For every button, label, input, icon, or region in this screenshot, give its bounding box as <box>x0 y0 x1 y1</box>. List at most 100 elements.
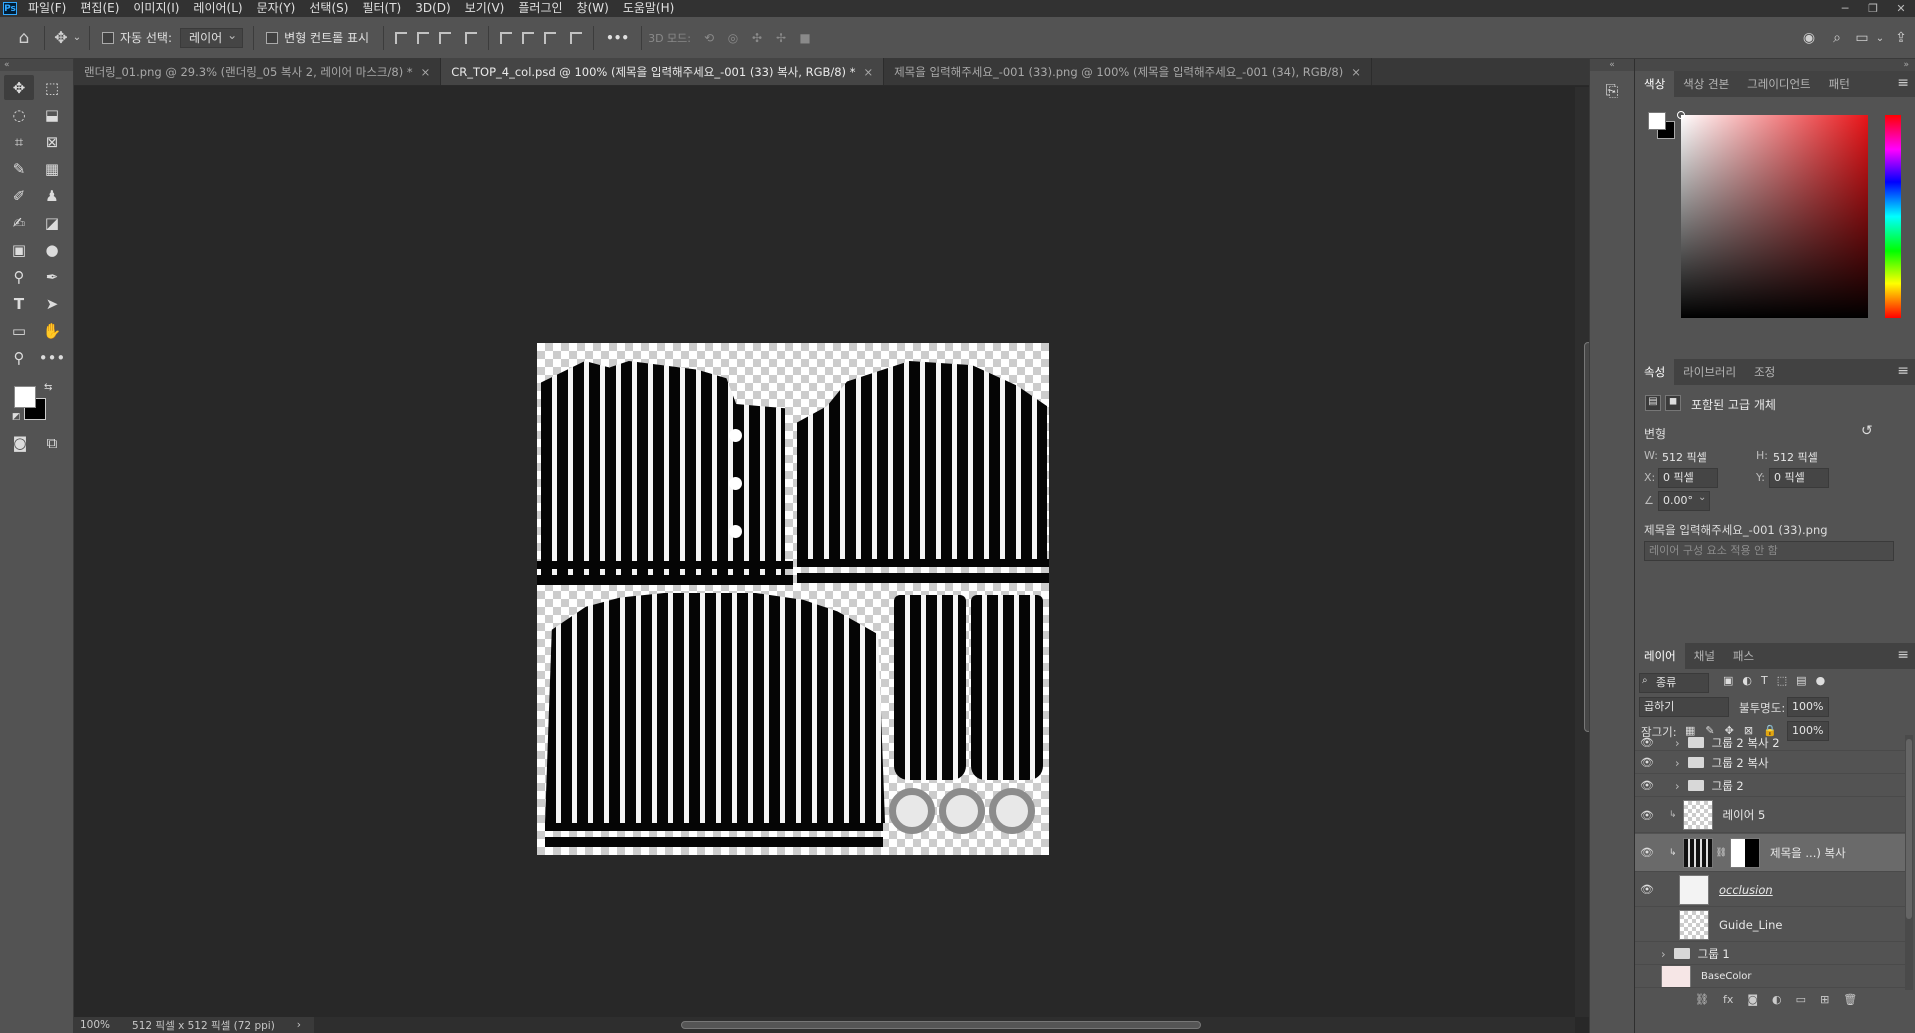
layer-name[interactable]: 그룹 2 복사 2 <box>1712 735 1780 750</box>
hue-slider[interactable] <box>1885 115 1901 318</box>
adjustment-layer-icon[interactable]: ◐ <box>1772 993 1782 1006</box>
home-icon[interactable]: ⌂ <box>10 28 38 48</box>
link-layers-icon[interactable]: ⛓ <box>1695 993 1709 1006</box>
y-position-input[interactable]: 0 픽셀 <box>1769 468 1829 488</box>
layer-row[interactable]: 👁 › 그룹 1 <box>1635 943 1905 965</box>
opacity-input[interactable]: 100% <box>1787 697 1829 717</box>
panel-foreground-swatch[interactable] <box>1648 112 1666 130</box>
close-tab-icon[interactable]: × <box>421 65 431 79</box>
marquee-tool-icon[interactable]: ⬚ <box>37 75 67 100</box>
layer-name[interactable]: occlusion <box>1719 883 1773 897</box>
move-tool-icon[interactable]: ✥ <box>4 75 34 100</box>
filter-smart-object-icon[interactable]: ▤ <box>1796 674 1806 687</box>
expand-chevron-icon[interactable]: › <box>1661 947 1666 961</box>
minimize-icon[interactable]: ─ <box>1831 0 1859 17</box>
pen-tool-icon[interactable]: ✒ <box>37 264 67 289</box>
filter-type-icon[interactable]: T <box>1761 674 1768 687</box>
layer-row[interactable]: 👁 › 그룹 2 복사 <box>1635 752 1905 774</box>
filter-shape-icon[interactable]: ⬚ <box>1777 674 1787 687</box>
eraser-tool-icon[interactable]: ◪ <box>37 210 67 235</box>
workspace-icon[interactable]: ▭ <box>1851 30 1873 46</box>
menu-type[interactable]: 문자(Y) <box>250 0 303 17</box>
color-spectrum-field[interactable] <box>1677 111 1868 318</box>
layer-name[interactable]: 그룹 2 <box>1712 778 1744 794</box>
auto-select-dropdown[interactable]: 레이어 <box>180 26 244 48</box>
layer-row[interactable]: 👁 ↳ 레이어 5 <box>1635 798 1905 833</box>
doc-tab-cr-top[interactable]: CR_TOP_4_col.psd @ 100% (제목을 입력해주세요_-001… <box>441 58 885 85</box>
close-tab-icon[interactable]: × <box>863 65 873 79</box>
tab-swatches[interactable]: 색상 견본 <box>1674 71 1738 97</box>
foreground-color-swatch[interactable] <box>14 386 36 408</box>
history-brush-icon[interactable]: ✍ <box>4 210 34 235</box>
patch-tool-icon[interactable]: ▦ <box>37 156 67 181</box>
menu-edit[interactable]: 편집(E) <box>73 0 126 17</box>
layer-row[interactable]: 👁 occlusion <box>1635 873 1905 907</box>
workspace-chevron-icon[interactable]: ⌄ <box>1873 33 1887 44</box>
restore-icon[interactable]: ❐ <box>1859 0 1887 17</box>
layer-name[interactable]: 제목을 ...) 복사 <box>1770 845 1846 861</box>
close-tab-icon[interactable]: × <box>1351 65 1361 79</box>
layers-scrollbar[interactable] <box>1905 735 1913 990</box>
menu-plugins[interactable]: 플러그인 <box>511 0 569 17</box>
align-vcenter-icon[interactable] <box>517 27 539 49</box>
3d-orbit-icon[interactable]: ⟲ <box>697 31 721 45</box>
search-icon[interactable]: ⌕ <box>1823 30 1851 46</box>
filter-pixel-icon[interactable]: ▣ <box>1723 674 1733 687</box>
layer-comp-select[interactable]: 레이어 구성 요소 적용 안 함 <box>1644 541 1894 561</box>
layer-name[interactable]: BaseColor <box>1701 971 1751 982</box>
eye-icon[interactable]: 👁 <box>1635 846 1659 859</box>
eye-icon[interactable]: 👁 <box>1635 756 1659 769</box>
object-select-tool-icon[interactable]: ⬓ <box>37 102 67 127</box>
chevron-down-icon[interactable]: ⌄ <box>71 32 83 43</box>
tab-paths[interactable]: 패스 <box>1724 643 1763 669</box>
color-picker-marker[interactable] <box>1677 111 1685 119</box>
auto-select-checkbox[interactable] <box>102 31 114 44</box>
gradient-tool-icon[interactable]: ▣ <box>4 237 34 262</box>
rectangle-tool-icon[interactable]: ▭ <box>4 318 34 343</box>
tab-properties[interactable]: 속성 <box>1635 359 1675 385</box>
brush-tool-icon[interactable]: ✐ <box>4 183 34 208</box>
eye-icon[interactable]: 👁 <box>1635 779 1659 792</box>
swap-colors-icon[interactable]: ⇆ <box>44 382 52 393</box>
menu-select[interactable]: 선택(S) <box>302 0 355 17</box>
history-panel-icon[interactable]: ⎘ <box>1590 81 1634 101</box>
menu-file[interactable]: 파일(F) <box>21 0 73 17</box>
menu-window[interactable]: 창(W) <box>570 0 616 17</box>
layer-style-icon[interactable]: fx <box>1723 993 1733 1006</box>
3d-slide-icon[interactable]: ✢ <box>769 31 793 45</box>
tab-color[interactable]: 색상 <box>1635 71 1675 97</box>
3d-roll-icon[interactable]: ◎ <box>721 31 745 45</box>
3d-camera-icon[interactable]: ■ <box>793 31 817 45</box>
screen-mode-icon[interactable]: ⧉ <box>40 430 64 455</box>
layer-filter-select[interactable]: 종류 <box>1639 673 1709 693</box>
filter-adjustment-icon[interactable]: ◐ <box>1742 674 1752 687</box>
document-canvas[interactable] <box>537 343 1049 855</box>
expand-chevron-icon[interactable]: › <box>1675 779 1680 793</box>
share-profile-icon[interactable]: ◉ <box>1795 30 1823 46</box>
menu-3d[interactable]: 3D(D) <box>408 0 457 17</box>
align-bottom-icon[interactable] <box>539 27 561 49</box>
dodge-tool-icon[interactable]: ⚲ <box>4 264 34 289</box>
eyedropper-tool-icon[interactable]: ✎ <box>4 156 34 181</box>
more-options-icon[interactable]: ••• <box>606 31 629 45</box>
lasso-tool-icon[interactable]: ◌ <box>4 102 34 127</box>
collapse-toolbar-icon[interactable]: « <box>0 59 73 71</box>
align-top-icon[interactable] <box>495 27 517 49</box>
panel-menu-icon[interactable]: ≡ <box>1897 647 1909 663</box>
blend-mode-select[interactable]: 곱하기 <box>1639 697 1729 717</box>
transform-controls-checkbox[interactable] <box>266 31 279 44</box>
expand-chevron-icon[interactable]: › <box>1675 756 1680 770</box>
tab-libraries[interactable]: 라이브러리 <box>1674 359 1745 385</box>
menu-help[interactable]: 도움말(H) <box>616 0 682 17</box>
hand-tool-icon[interactable]: ✋ <box>37 318 67 343</box>
align-right-icon[interactable] <box>434 27 456 49</box>
add-mask-icon[interactable]: ◙ <box>1747 993 1758 1006</box>
tab-gradients[interactable]: 그레이디언트 <box>1738 71 1819 97</box>
eye-icon[interactable]: 👁 <box>1635 809 1659 822</box>
close-window-icon[interactable]: ✕ <box>1887 0 1915 17</box>
expand-chevron-icon[interactable]: › <box>1675 736 1680 750</box>
panel-menu-icon[interactable]: ≡ <box>1897 75 1909 91</box>
eye-hidden-icon[interactable]: 👁 <box>1635 947 1659 960</box>
default-colors-icon[interactable]: ◩ <box>12 412 21 422</box>
eye-hidden-icon[interactable]: 👁 <box>1635 918 1659 931</box>
